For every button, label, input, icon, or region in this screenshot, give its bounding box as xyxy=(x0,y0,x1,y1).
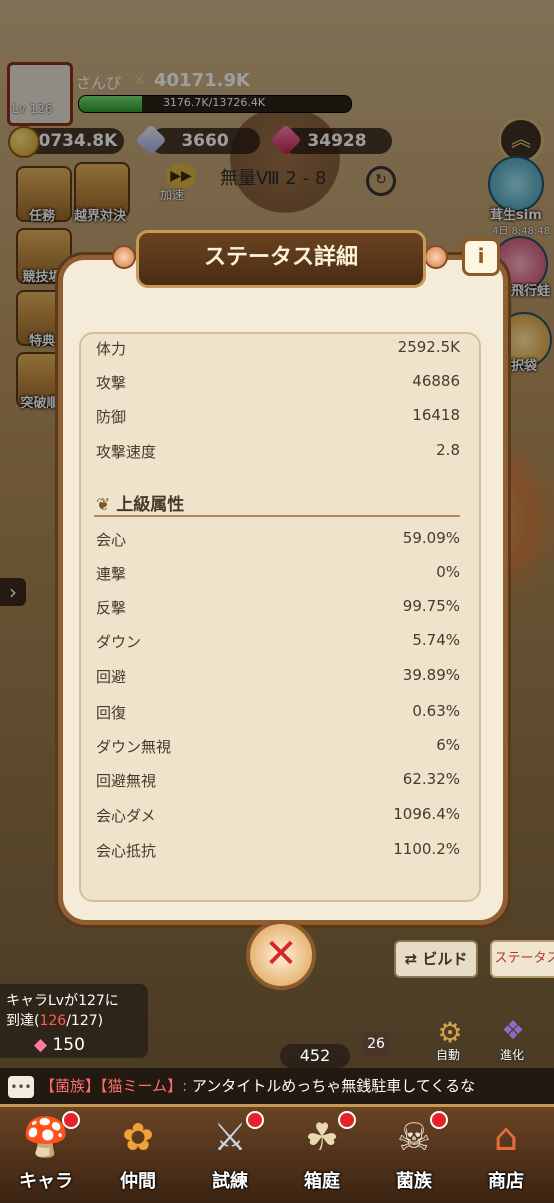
notification-dot xyxy=(338,1111,356,1129)
ruby-icon: ◆ xyxy=(34,1035,48,1055)
shop-icon: ⌂ xyxy=(493,1115,519,1159)
stat-row: 防御 16418 xyxy=(96,406,460,436)
stat-label: 回避 xyxy=(96,668,127,686)
stat-value: 46886 xyxy=(412,372,460,390)
info-icon[interactable]: i xyxy=(462,238,500,276)
status-button-label: ステータス xyxy=(494,951,554,966)
nav-label: 仲間 xyxy=(120,1171,156,1192)
stat-label: 攻撃速度 xyxy=(96,443,157,461)
modal-title: ステータス詳細 xyxy=(203,245,358,270)
stat-value: 1100.2% xyxy=(393,840,460,858)
stat-value: 2592.5K xyxy=(397,338,460,356)
paw-icon: ✿ xyxy=(122,1115,154,1159)
nav-chara[interactable]: 🍄 キャラ xyxy=(0,1107,92,1203)
auto-gear-icon[interactable]: ⚙ xyxy=(432,1016,468,1049)
nav-garden[interactable]: ☘ 箱庭 xyxy=(276,1107,368,1203)
status-button[interactable]: ステータス xyxy=(490,940,554,978)
nav-label: 菌族 xyxy=(396,1171,432,1192)
stat-label: ダウン無視 xyxy=(96,738,172,756)
nav-trial[interactable]: ⚔ 試練 xyxy=(184,1107,276,1203)
notification-dot xyxy=(430,1111,448,1129)
chat-message: アンタイトルめっちゃ無銭駐車してくるな xyxy=(191,1077,476,1095)
chat-channel: 【菌族】 xyxy=(40,1077,101,1095)
summon-count: 452 xyxy=(280,1044,350,1068)
modal-title-bar: ステータス詳細 xyxy=(136,230,426,288)
advanced-section-label: 上級属性 xyxy=(116,495,185,515)
stat-label: ダウン xyxy=(96,633,142,651)
stat-label: 連撃 xyxy=(96,565,127,583)
stat-value: 6% xyxy=(436,736,460,754)
nav-label: 商店 xyxy=(488,1171,524,1192)
stat-label: 回復 xyxy=(96,704,127,722)
stat-label: 防御 xyxy=(96,408,127,426)
stat-value: 16418 xyxy=(412,406,460,424)
build-button-label: ビルド xyxy=(422,950,468,968)
stat-value: 62.32% xyxy=(402,770,460,788)
sprout-icon: ❦ xyxy=(96,495,111,515)
notice-line1: キャラLvが127に xyxy=(6,993,119,1009)
stat-label: 反撃 xyxy=(96,599,127,617)
stat-row: 攻撃速度 2.8 xyxy=(96,441,460,471)
nav-clan[interactable]: ☠ 菌族 xyxy=(368,1107,460,1203)
chat-speaker: 【猫ミーム】: xyxy=(100,1077,188,1095)
stat-value: 5.74% xyxy=(412,631,460,649)
stat-row: 反撃 99.75% xyxy=(96,597,460,627)
evolve-label: 進化 xyxy=(500,1048,525,1062)
stat-row: ダウン無視 6% xyxy=(96,736,460,766)
stat-row: 攻撃 46886 xyxy=(96,372,460,402)
close-icon: ✕ xyxy=(264,931,298,977)
stat-row: ダウン 5.74% xyxy=(96,631,460,661)
notice-line2: 到達(126/127) xyxy=(6,1013,104,1029)
stat-value: 2.8 xyxy=(436,441,460,459)
nav-label: 箱庭 xyxy=(304,1171,340,1192)
stat-label: 会心 xyxy=(96,531,127,549)
chat-ticker[interactable]: ••• 【菌族】【猫ミーム】: アンタイトルめっちゃ無銭駐車してくるな xyxy=(0,1068,554,1104)
close-button[interactable]: ✕ xyxy=(246,920,316,990)
notification-dot xyxy=(246,1111,264,1129)
auto-label: 自動 xyxy=(436,1048,461,1062)
stat-value: 0.63% xyxy=(412,702,460,720)
nav-shop[interactable]: ⌂ 商店 xyxy=(460,1107,552,1203)
stat-label: 体力 xyxy=(96,340,127,358)
stat-value: 99.75% xyxy=(402,597,460,615)
stat-label: 会心抵抗 xyxy=(96,842,157,860)
stat-value: 0% xyxy=(436,563,460,581)
notification-dot xyxy=(62,1111,80,1129)
stat-row: 体力 2592.5K xyxy=(96,338,460,368)
stat-row: 会心 59.09% xyxy=(96,529,460,559)
build-button[interactable]: ⇄ ビルド xyxy=(394,940,478,978)
bottom-nav: 🍄 キャラ ✿ 仲間 ⚔ 試練 ☘ 箱庭 ☠ 菌族 ⌂ 商店 xyxy=(0,1104,554,1203)
chat-bubble-icon[interactable]: ••• xyxy=(8,1075,34,1098)
stat-value: 59.09% xyxy=(402,529,460,547)
item-count: 26 xyxy=(362,1032,390,1056)
nav-label: 試練 xyxy=(212,1171,248,1192)
stat-row: 回復 0.63% xyxy=(96,702,460,732)
stat-value: 1096.4% xyxy=(393,805,460,823)
stat-row: 回避無視 62.32% xyxy=(96,770,460,800)
stat-row: 回避 39.89% xyxy=(96,666,460,696)
section-divider xyxy=(94,515,460,517)
stat-value: 39.89% xyxy=(402,666,460,684)
stat-row: 会心ダメ 1096.4% xyxy=(96,805,460,835)
evolve-icon[interactable]: ❖ xyxy=(496,1016,530,1048)
stat-row: 連撃 0% xyxy=(96,563,460,593)
stat-label: 会心ダメ xyxy=(96,807,156,825)
advanced-section-title: ❦ 上級属性 xyxy=(96,490,184,515)
stat-label: 攻撃 xyxy=(96,374,127,392)
stat-label: 回避無視 xyxy=(96,772,157,790)
title-ornament-icon xyxy=(424,245,448,269)
stat-row: 会心抵抗 1100.2% xyxy=(96,840,460,870)
nav-label: キャラ xyxy=(19,1171,73,1192)
nav-companion[interactable]: ✿ 仲間 xyxy=(92,1107,184,1203)
notice-gem-cost: ◆ 150 xyxy=(34,1035,85,1055)
title-ornament-icon xyxy=(112,245,136,269)
